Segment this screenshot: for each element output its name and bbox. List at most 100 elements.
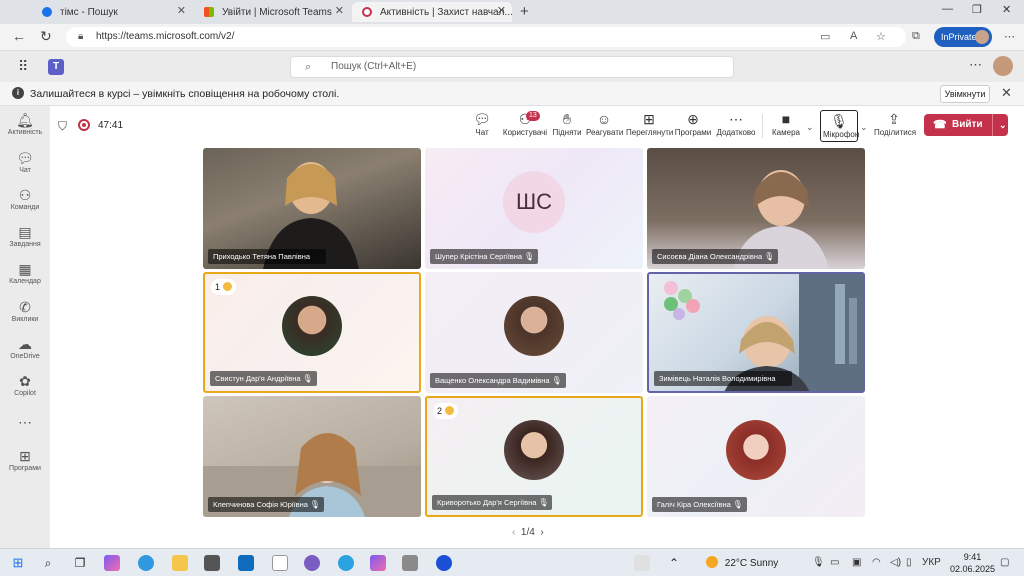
task-view-icon[interactable]: ❐ [72, 555, 88, 571]
rail-item-more[interactable]: ⋯ [0, 414, 50, 430]
file-explorer-icon[interactable] [172, 555, 188, 571]
tray-overflow-icon[interactable]: ⌃ [666, 555, 682, 571]
rail-label: OneDrive [10, 353, 40, 360]
tool-icon[interactable] [402, 555, 418, 571]
participant-tile[interactable]: 2 Криворотько Дар'я Сергіївна 🎙︎ [425, 396, 643, 517]
share-button[interactable]: ⇪ Поділитися [874, 110, 916, 137]
chat-button[interactable]: 💬︎ Чат [470, 110, 494, 137]
browser-menu-icon[interactable]: ⋯ [1004, 30, 1015, 43]
close-tab-icon[interactable]: ✕ [335, 4, 344, 17]
tab-title: Увійти | Microsoft Teams [222, 6, 332, 18]
new-tab-icon[interactable]: + [520, 3, 529, 20]
volume-icon[interactable]: ◁) [890, 557, 901, 568]
participant-name: Сисоєва Діана Олександрівна 🎙︎ [652, 249, 779, 264]
close-tab-icon[interactable]: ✕ [177, 4, 186, 17]
participant-tile[interactable]: 1 Свистун Дар'я Андріївна 🎙︎ [203, 272, 421, 393]
viber-icon[interactable] [304, 555, 320, 571]
rail-item-activity[interactable]: 🔔︎ Активність [0, 112, 50, 136]
app-launcher-icon[interactable]: ⠿ [18, 58, 28, 75]
rail-item-onedrive[interactable]: ☁︎ OneDrive [0, 336, 50, 360]
more-button[interactable]: ⋯ Додатково [716, 110, 756, 137]
document-icon[interactable] [272, 555, 288, 571]
copilot-icon[interactable] [104, 555, 120, 571]
rail-item-calls[interactable]: ✆ Виклики [0, 299, 50, 323]
start-icon[interactable]: ⊞ [10, 555, 26, 571]
rail-item-calendar[interactable]: ▦ Календар [0, 261, 50, 285]
next-page-icon[interactable]: › [540, 527, 543, 538]
bell-icon: 🔔︎ [16, 112, 34, 128]
favorite-star-icon[interactable]: ☆ [876, 30, 886, 43]
microphone-button[interactable]: 🎙︎ Мікрофон [820, 110, 859, 142]
mic-options-chevron-icon[interactable]: ⌄ [860, 122, 868, 133]
close-icon[interactable]: ✕ [1001, 85, 1012, 101]
collections-icon[interactable]: ⧉ [912, 30, 920, 43]
browser-tabstrip: тімс - Пошук ✕ Увійти | Microsoft Teams … [0, 0, 1024, 24]
close-window-icon[interactable]: ✕ [1002, 3, 1011, 16]
inprivate-badge[interactable]: InPrivate [934, 27, 992, 47]
clock[interactable]: 9:41 02.06.2025 [950, 551, 995, 575]
leave-options-chevron-icon[interactable]: ⌄ [992, 114, 1007, 136]
browser-tab-teams-login[interactable]: Увійти | Microsoft Teams ✕ [194, 2, 350, 22]
rail-item-apps[interactable]: ⊞ Програми [0, 448, 50, 472]
rail-item-chat[interactable]: 💬︎ Чат [0, 150, 50, 174]
maximize-icon[interactable]: ❐ [972, 3, 982, 16]
participant-tile[interactable]: Галіч Кіра Олексіївна 🎙︎ [647, 396, 865, 517]
rail-item-teams[interactable]: ⚇ Команди [0, 187, 50, 211]
participant-tile[interactable]: Сисоєва Діана Олександрівна 🎙︎ [647, 148, 865, 269]
store-icon[interactable] [204, 555, 220, 571]
search-icon[interactable]: ⌕ [40, 555, 56, 571]
copilot-app-icon[interactable] [370, 555, 386, 571]
participant-tile[interactable]: Зимівець Наталія Володимирівна [647, 272, 865, 393]
leave-button[interactable]: ☎︎ Вийти ⌄ [924, 114, 1008, 136]
mic-tray-icon[interactable]: 🎙︎ [812, 557, 825, 568]
participant-name-text: Свистун Дар'я Андріївна [215, 374, 301, 383]
browser-tab-search[interactable]: тімс - Пошук ✕ [32, 2, 192, 22]
app-available-icon[interactable]: ▭ [820, 30, 830, 43]
battery-icon[interactable]: ▯ [906, 557, 912, 568]
edge-icon[interactable] [138, 555, 154, 571]
shield-icon[interactable]: ⛉ [58, 119, 67, 134]
participant-tile[interactable]: Клепчинова Софія Юріївна 🎙︎ [203, 396, 421, 517]
apps-button[interactable]: ⊕ Програми [674, 110, 712, 137]
read-aloud-icon[interactable]: A [850, 30, 857, 42]
language-indicator[interactable]: УКР [922, 557, 941, 568]
telegram-icon[interactable] [338, 555, 354, 571]
usb-icon[interactable]: ▭ [830, 557, 839, 568]
enable-notifications-button[interactable]: Увімкнути [940, 85, 990, 103]
back-icon[interactable]: ← [12, 28, 26, 44]
participant-tile[interactable]: Ващенко Олександра Вадимівна 🎙︎ [425, 272, 643, 393]
raised-hand-badge: 1 [211, 279, 236, 295]
search-input[interactable]: ⌕ Пошук (Ctrl+Alt+E) [290, 56, 734, 78]
weather-widget[interactable]: 22°C Sunny [706, 556, 778, 569]
rail-item-assignments[interactable]: ▤ Завдання [0, 224, 50, 248]
view-button[interactable]: ⊞ Переглянути [626, 110, 673, 137]
refresh-icon[interactable]: ↻ [40, 28, 52, 45]
user-avatar[interactable] [993, 56, 1013, 76]
prev-page-icon[interactable]: ‹ [512, 527, 515, 538]
camera-button[interactable]: ■ Камера [770, 110, 802, 137]
microsoft-favicon-icon [204, 7, 214, 17]
camera-options-chevron-icon[interactable]: ⌄ [806, 122, 814, 133]
zoom-icon[interactable] [436, 555, 452, 571]
browser-tab-activity[interactable]: Активність | Захист навчал... ✕ [352, 2, 512, 22]
raise-hand-button[interactable]: ✋︎ Підняти [552, 110, 582, 137]
phone-icon: ✆ [19, 299, 31, 315]
participant-tile[interactable]: ШС Шупер Крістіна Сергіївна 🎙︎ [425, 148, 643, 269]
close-tab-icon[interactable]: ✕ [497, 4, 506, 17]
outlook-icon[interactable] [238, 555, 254, 571]
people-button[interactable]: ⚇ 13 Користувачі [502, 110, 548, 137]
url-field[interactable]: 🔒︎ https://teams.microsoft.com/v2/ [66, 27, 906, 47]
windows-taskbar: ⊞ ⌕ ❐ ⌃ 22°C Sunny 🎙︎ ▭ ▣ ◠ ◁) ▯ УКР 9:4… [0, 548, 1024, 576]
weather-temp: 22°C [724, 558, 748, 569]
rail-label: Чат [19, 167, 31, 174]
notifications-icon[interactable]: ▢ [1000, 557, 1009, 568]
settings-more-icon[interactable]: ⋯ [969, 57, 982, 73]
react-button[interactable]: ☺ Реагувати [586, 110, 623, 137]
minimize-icon[interactable]: — [942, 3, 953, 15]
rail-label: Активність [7, 129, 43, 136]
display-icon[interactable]: ▣ [852, 557, 861, 568]
steam-icon[interactable] [634, 555, 650, 571]
participant-tile[interactable]: Приходько Тетяна Павлівна [203, 148, 421, 269]
wifi-icon[interactable]: ◠ [872, 557, 881, 568]
rail-item-copilot[interactable]: ✿ Copilot [0, 373, 50, 397]
